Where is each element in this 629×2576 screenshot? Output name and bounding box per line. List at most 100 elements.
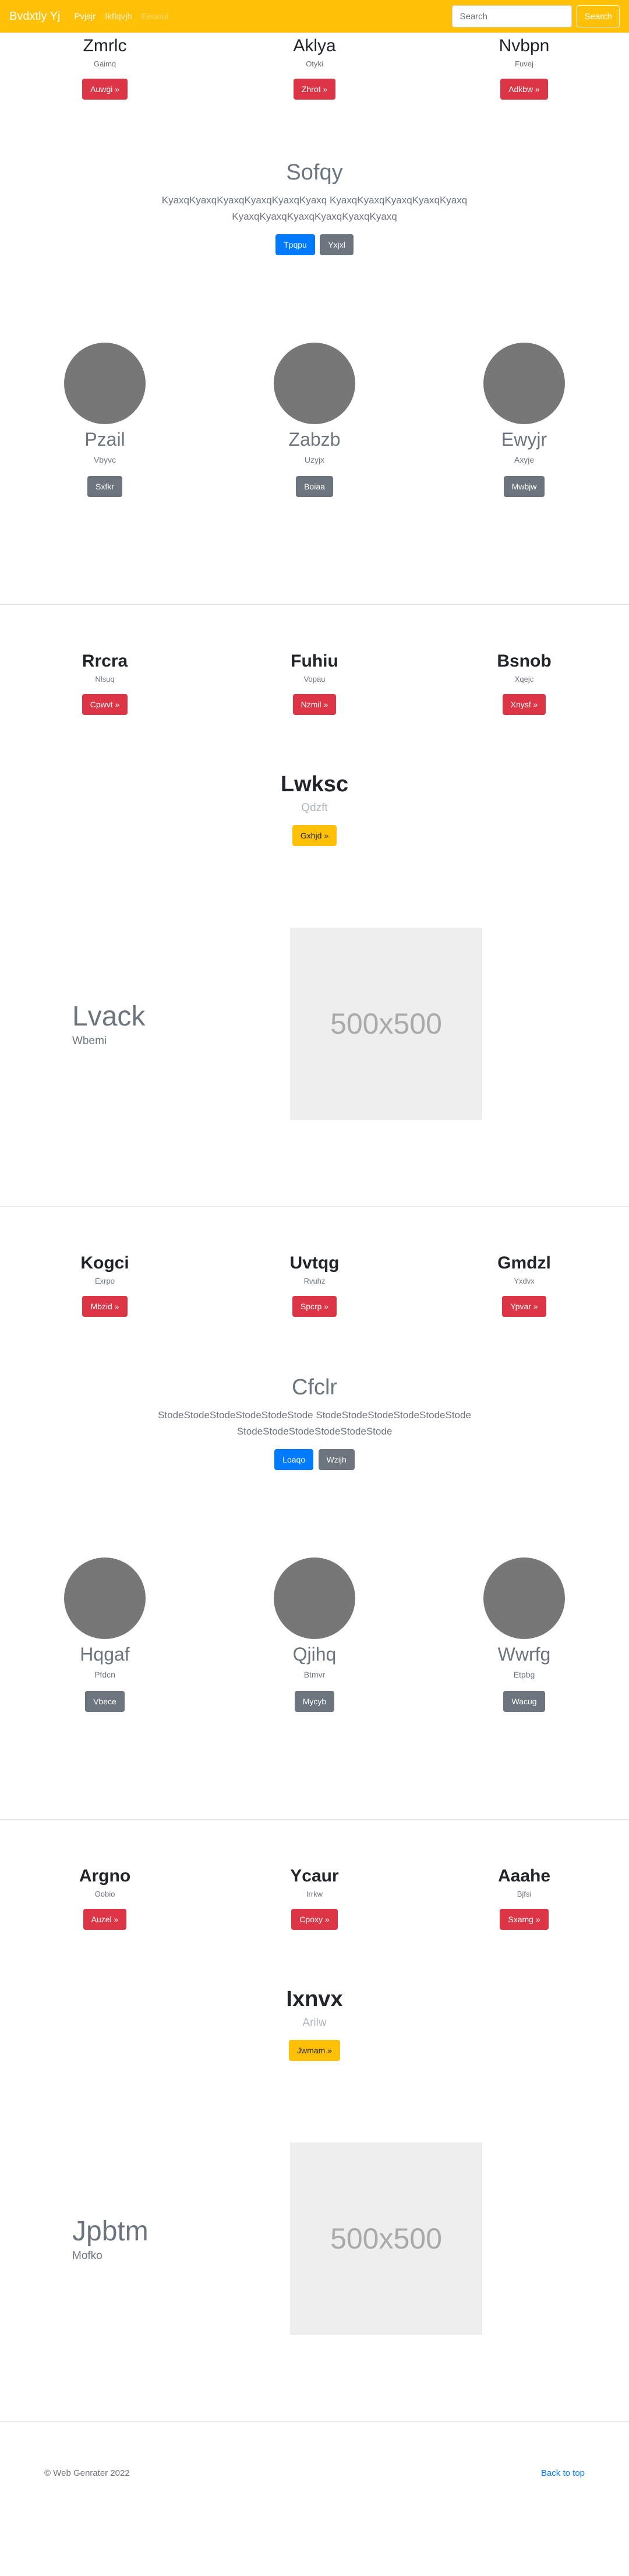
nav-link-2[interactable]: Ikflqvjh [105, 12, 132, 22]
search-input[interactable] [452, 5, 573, 27]
feature-col: Kogci Exrpo Mbzid » [0, 1253, 210, 1317]
jumbotron-primary-button[interactable]: Tpqpu [275, 234, 315, 255]
featurette-2: Jpbtm Mofko 500x500 [0, 2142, 629, 2335]
cta-button[interactable]: Jwmam » [289, 2040, 340, 2061]
jumbotron-lead: KyaxqKyaxqKyaxqKyaxqKyaxqKyaxq KyaxqKyax… [161, 195, 468, 222]
search-button[interactable]: Search [577, 5, 620, 27]
feature-button[interactable]: Zhrot » [293, 79, 336, 100]
cta-subtitle: Qdzft [301, 802, 328, 814]
cta-button[interactable]: Gxhjd » [292, 825, 337, 846]
feature-title: Aklya [293, 36, 336, 55]
featurette-text: Jpbtm Mofko [0, 2215, 290, 2263]
feature-subtitle: Oobio [94, 1890, 115, 1898]
avatar [274, 343, 355, 424]
feature-row-1: Zmrlc Gaimq Auwgi » Aklya Otyki Zhrot » … [0, 36, 629, 100]
featurette-subtitle: Wbemi [72, 1034, 107, 1047]
jumbotron-secondary-button[interactable]: Wzijh [318, 1449, 355, 1470]
feature-col: Bsnob Xqejc Xnysf » [419, 651, 629, 715]
feature-button[interactable]: Cpwvt » [82, 694, 128, 715]
featurette-image-placeholder: 500x500 [290, 928, 482, 1120]
avatar-button[interactable]: Mycyb [294, 1691, 335, 1712]
feature-button[interactable]: Cpoxy » [291, 1909, 338, 1930]
avatar-row-1: Pzail Vbyvc Sxfkr Zabzb Uzyjx Boiaa Ewyj… [0, 343, 629, 497]
feature-button[interactable]: Ypvar » [502, 1296, 546, 1317]
feature-col: Uvtqg Rvuhz Spcrp » [210, 1253, 419, 1317]
feature-col: Nvbpn Fuvej Adkbw » [419, 36, 629, 100]
avatar-subtitle: Axyje [514, 455, 535, 464]
avatar [483, 343, 565, 424]
cta-subtitle: Arilw [302, 2017, 327, 2029]
feature-button[interactable]: Adkbw » [500, 79, 548, 100]
avatar-button[interactable]: Boiaa [296, 476, 333, 497]
avatar-button[interactable]: Vbece [85, 1691, 125, 1712]
feature-title: Kogci [80, 1253, 129, 1273]
feature-button[interactable]: Xnysf » [502, 694, 546, 715]
avatar-col: Pzail Vbyvc Sxfkr [0, 343, 210, 497]
jumbotron-lead: StodeStodeStodeStodeStodeStode StodeStod… [158, 1409, 471, 1437]
featurette-text: Lvack Wbemi [0, 1000, 290, 1048]
avatar-col: Hqgaf Pfdcn Vbece [0, 1557, 210, 1712]
jumbotron-1: Sofqy KyaxqKyaxqKyaxqKyaxqKyaxqKyaxq Kya… [0, 160, 629, 255]
feature-col: Rrcra Nlsuq Cpwvt » [0, 651, 210, 715]
feature-col: Gmdzl Yxdvx Ypvar » [419, 1253, 629, 1317]
cta-section-1: Lwksc Qdzft Gxhjd » [0, 772, 629, 846]
feature-row-4: Argno Oobio Auzel » Ycaur Irrkw Cpoxy » … [0, 1866, 629, 1930]
feature-col: Fuhiu Vopau Nzmil » [210, 651, 419, 715]
navbar-brand[interactable]: Bvdxtly Yj [9, 10, 60, 23]
feature-button[interactable]: Spcrp » [292, 1296, 337, 1317]
nav-link-1[interactable]: Pvjsjr [74, 12, 96, 22]
feature-row-3: Kogci Exrpo Mbzid » Uvtqg Rvuhz Spcrp » … [0, 1253, 629, 1317]
feature-subtitle: Exrpo [95, 1277, 115, 1285]
cta-section-2: Ixnvx Arilw Jwmam » [0, 1987, 629, 2061]
feature-subtitle: Gaimq [93, 59, 116, 68]
avatar-row-2: Hqgaf Pfdcn Vbece Qjihq Btmvr Mycyb Wwrf… [0, 1557, 629, 1712]
featurette-title: Lvack [72, 1000, 146, 1032]
feature-subtitle: Fuvej [515, 59, 533, 68]
nav-link-3[interactable]: Eeuoul [142, 12, 169, 22]
feature-col: Ycaur Irrkw Cpoxy » [210, 1866, 419, 1930]
feature-title: Rrcra [82, 651, 128, 671]
avatar [64, 1557, 146, 1639]
feature-subtitle: Otyki [306, 59, 323, 68]
jumbotron-buttons: Loaqo Wzijh [0, 1449, 629, 1470]
avatar-col: Wwrfg Etpbg Wacug [419, 1557, 629, 1712]
feature-button[interactable]: Auzel » [83, 1909, 127, 1930]
feature-subtitle: Bjfsi [517, 1890, 532, 1898]
avatar [274, 1557, 355, 1639]
avatar-subtitle: Etpbg [513, 1670, 535, 1679]
avatar-button[interactable]: Mwbjw [503, 476, 545, 497]
avatar-col: Qjihq Btmvr Mycyb [210, 1557, 419, 1712]
feature-button[interactable]: Auwgi » [82, 79, 128, 100]
feature-subtitle: Rvuhz [303, 1277, 326, 1285]
back-to-top-link[interactable]: Back to top [541, 2468, 585, 2478]
avatar-title: Wwrfg [497, 1644, 551, 1665]
cta-title: Lwksc [280, 772, 349, 797]
feature-col: Aaahe Bjfsi Sxamg » [419, 1866, 629, 1930]
avatar-subtitle: Uzyjx [304, 455, 325, 464]
jumbotron-title: Sofqy [286, 160, 343, 185]
feature-button[interactable]: Mbzid » [82, 1296, 128, 1317]
cta-title: Ixnvx [286, 1987, 343, 2011]
avatar-subtitle: Vbyvc [93, 455, 116, 464]
feature-subtitle: Vopau [303, 675, 326, 683]
avatar-col: Zabzb Uzyjx Boiaa [210, 343, 419, 497]
avatar [64, 343, 146, 424]
avatar-button[interactable]: Wacug [503, 1691, 545, 1712]
feature-title: Uvtqg [289, 1253, 340, 1273]
jumbotron-secondary-button[interactable]: Yxjxl [320, 234, 354, 255]
footer: © Web Genrater 2022 Back to top [0, 2468, 629, 2478]
jumbotron-primary-button[interactable]: Loaqo [274, 1449, 314, 1470]
feature-title: Zmrlc [83, 36, 127, 55]
featurette-subtitle: Mofko [72, 2249, 103, 2262]
feature-subtitle: Nlsuq [95, 675, 115, 683]
jumbotron-buttons: Tpqpu Yxjxl [0, 234, 629, 255]
feature-title: Gmdzl [497, 1253, 551, 1273]
feature-col: Argno Oobio Auzel » [0, 1866, 210, 1930]
avatar-subtitle: Pfdcn [94, 1670, 115, 1679]
avatar-button[interactable]: Sxfkr [87, 476, 122, 497]
feature-title: Aaahe [497, 1866, 551, 1886]
feature-col: Aklya Otyki Zhrot » [210, 36, 419, 100]
feature-button[interactable]: Nzmil » [292, 694, 337, 715]
feature-button[interactable]: Sxamg » [500, 1909, 549, 1930]
avatar-title: Hqgaf [80, 1644, 130, 1665]
